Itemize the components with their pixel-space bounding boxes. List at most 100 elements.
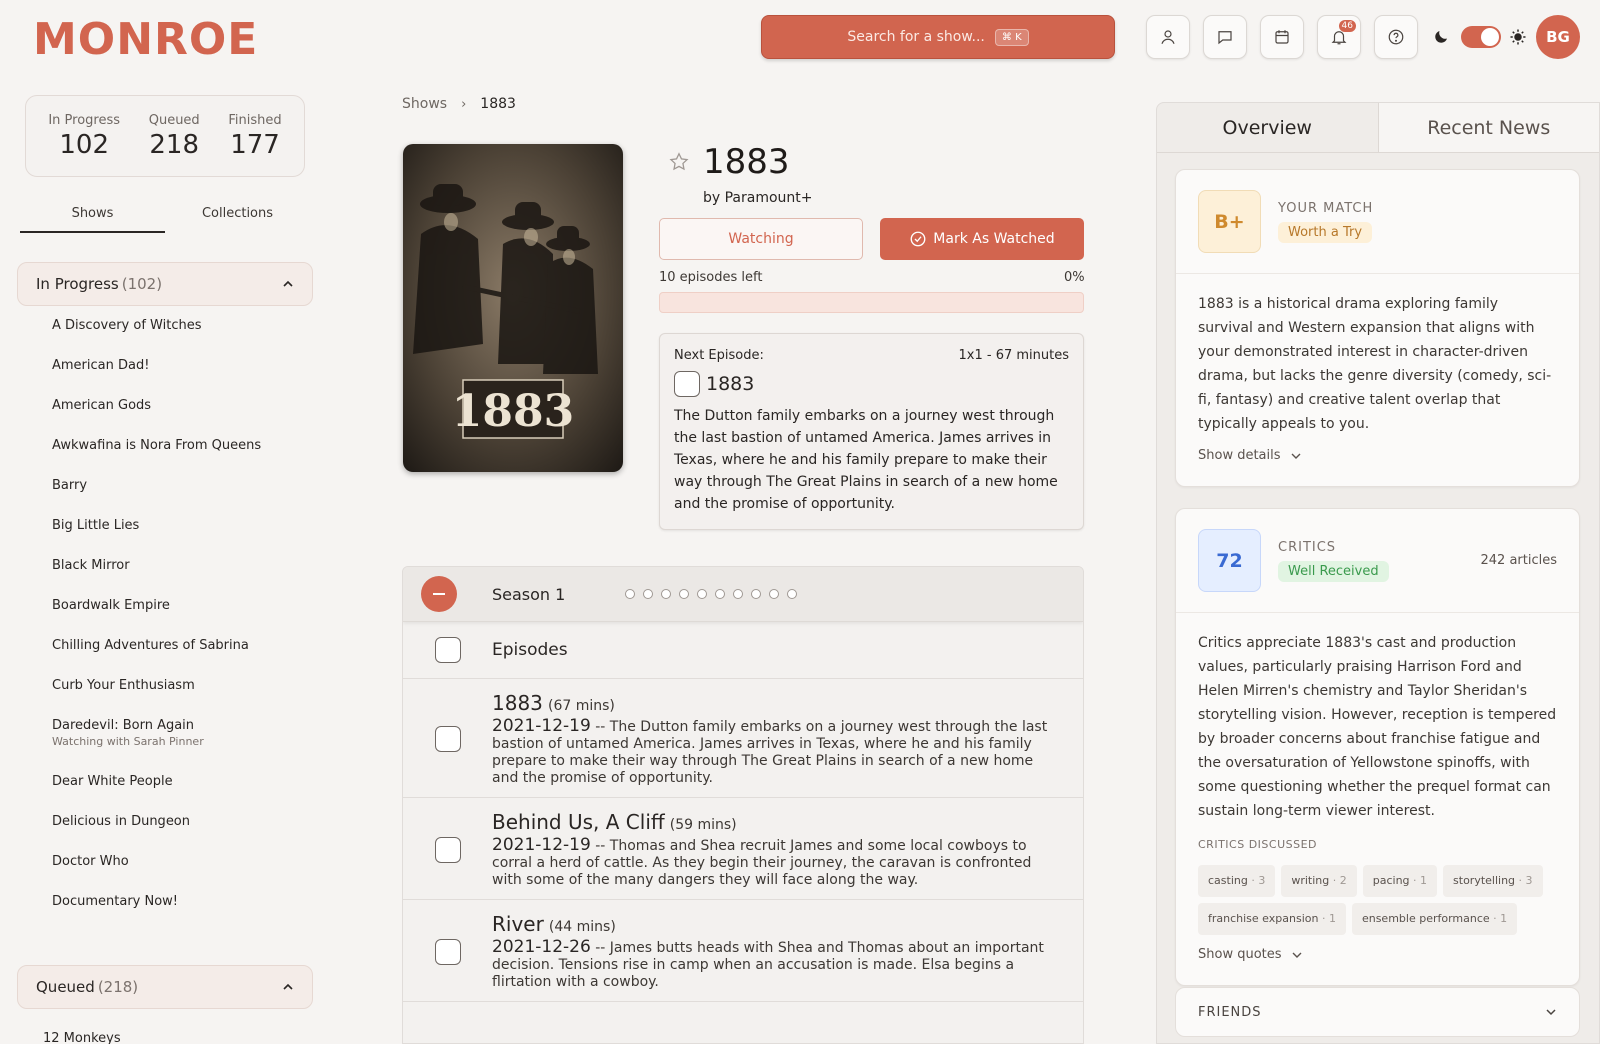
collapse-season-button[interactable] xyxy=(421,576,457,612)
next-episode-meta: 1x1 - 67 minutes xyxy=(958,348,1070,363)
episode-dot[interactable] xyxy=(661,589,672,599)
brand-logo[interactable]: MONROE xyxy=(33,14,258,65)
sidebar-show-item[interactable]: Boardwalk Empire xyxy=(52,585,312,625)
mark-as-watched-button[interactable]: Mark As Watched xyxy=(880,218,1084,260)
sidebar-show-item[interactable]: Emily in Paris xyxy=(52,921,312,933)
select-all-episodes-checkbox[interactable] xyxy=(435,637,461,663)
progress-percent: 0% xyxy=(1064,270,1085,285)
chevron-down-icon xyxy=(1546,1009,1556,1016)
sidebar-show-item[interactable]: Delicious in Dungeon xyxy=(52,801,312,841)
stat-finished[interactable]: Finished 177 xyxy=(228,113,281,160)
tag-name: ensemble performance xyxy=(1361,912,1490,925)
group-queued-header[interactable]: Queued (218) xyxy=(17,965,313,1009)
friends-section-toggle[interactable]: FRIENDS xyxy=(1175,987,1580,1037)
episode-dot[interactable] xyxy=(643,589,654,599)
critics-label: CRITICS xyxy=(1278,539,1337,555)
episode-airdate: 2021-12-19 xyxy=(492,716,591,736)
stat-label: In Progress xyxy=(48,112,121,128)
episode-dot[interactable] xyxy=(787,589,798,599)
stats-card: In Progress 102 Queued 218 Finished 177 xyxy=(25,95,305,177)
critics-card: 72 CRITICS Well Received 242 articles Cr… xyxy=(1175,508,1580,986)
calendar-button[interactable] xyxy=(1260,15,1304,59)
sidebar-show-item[interactable]: Black Mirror xyxy=(52,545,312,585)
group-in-progress-header[interactable]: In Progress (102) xyxy=(17,262,313,306)
critics-summary: Critics appreciate 1883's cast and produ… xyxy=(1198,635,1557,819)
show-details-toggle[interactable]: Show details xyxy=(1198,444,1557,468)
sidebar-show-item[interactable]: Daredevil: Born Again Watching with Sarah… xyxy=(52,705,312,761)
sidebar-tabs: Shows Collections xyxy=(20,200,310,233)
season-label: Season 1 xyxy=(492,584,566,604)
tab-collections[interactable]: Collections xyxy=(165,200,310,233)
sidebar-show-item[interactable]: Awkwafina is Nora From Queens xyxy=(52,425,312,465)
tab-shows[interactable]: Shows xyxy=(20,200,165,233)
episode-row: Behind Us, A Cliff (59 mins) 2021-12-19 -… xyxy=(403,798,1083,900)
watching-with-note: Watching with Sarah Pinner xyxy=(52,735,204,748)
sidebar-show-item[interactable]: Documentary Now! xyxy=(52,881,312,921)
breadcrumb-shows-link[interactable]: Shows xyxy=(402,96,447,112)
next-episode-card: Next Episode: 1x1 - 67 minutes 1883 The … xyxy=(659,333,1084,530)
episode-title: 1883 xyxy=(492,691,543,715)
search-button[interactable]: Search for a show... ⌘ K xyxy=(761,15,1115,59)
show-name: Doctor Who xyxy=(52,853,129,869)
show-network: by Paramount+ xyxy=(703,190,813,206)
episodes-header-row: Episodes xyxy=(403,622,1083,679)
episode-dot[interactable] xyxy=(697,589,708,599)
episode-checkbox[interactable] xyxy=(435,726,461,752)
next-episode-checkbox[interactable] xyxy=(674,371,700,397)
theme-toggle[interactable] xyxy=(1461,26,1501,48)
check-circle-icon xyxy=(910,231,926,247)
stat-in-progress[interactable]: In Progress 102 xyxy=(48,113,120,160)
critic-topic-tag: ensemble performance · 1 xyxy=(1351,903,1518,935)
sidebar-show-item[interactable]: Dear White People xyxy=(52,761,312,801)
tag-name: franchise expansion xyxy=(1208,912,1319,925)
sidebar-show-item[interactable]: American Dad! xyxy=(52,345,312,385)
show-poster: 1883 xyxy=(403,144,623,472)
sidebar-show-item[interactable]: American Gods xyxy=(52,385,312,425)
group-count: (218) xyxy=(97,978,139,996)
episode-dot[interactable] xyxy=(751,589,762,599)
show-name: American Gods xyxy=(52,397,152,413)
sidebar-show-item[interactable]: Barry xyxy=(52,465,312,505)
episode-checkbox[interactable] xyxy=(435,836,461,863)
episode-row: 1883 (67 mins) 2021-12-19 -- The Dutton f… xyxy=(403,679,1083,798)
show-name: Dear White People xyxy=(52,773,173,789)
episode-checkbox[interactable] xyxy=(435,938,461,965)
tag-count: · 3 xyxy=(1251,874,1266,887)
episode-dot[interactable] xyxy=(679,589,690,599)
messages-button[interactable] xyxy=(1203,15,1247,59)
star-icon[interactable] xyxy=(668,151,690,173)
stat-value: 102 xyxy=(59,129,109,160)
sidebar-item-queued[interactable]: 12 Monkeys xyxy=(43,1031,121,1044)
tab-overview[interactable]: Overview xyxy=(1157,103,1378,152)
poster-title: 1883 xyxy=(452,386,574,437)
episode-dot[interactable] xyxy=(625,589,636,599)
avatar[interactable]: BG xyxy=(1536,15,1580,59)
notification-count-badge: 46 xyxy=(1338,20,1356,32)
tag-count: · 1 xyxy=(1493,912,1508,925)
friends-label: FRIENDS xyxy=(1198,1004,1262,1020)
help-button[interactable] xyxy=(1374,15,1418,59)
sidebar-show-item[interactable]: Big Little Lies xyxy=(52,505,312,545)
show-name: Black Mirror xyxy=(52,557,130,573)
match-card: B+ YOUR MATCH Worth a Try 1883 is a hist… xyxy=(1175,169,1580,487)
search-shortcut: ⌘ K xyxy=(994,28,1029,46)
tag-count: · 3 xyxy=(1518,874,1533,887)
sidebar-show-item[interactable]: Curb Your Enthusiasm xyxy=(52,665,312,705)
sidebar-show-item[interactable]: Chilling Adventures of Sabrina xyxy=(52,625,312,665)
profile-button[interactable] xyxy=(1146,15,1190,59)
sidebar-show-item[interactable]: A Discovery of Witches xyxy=(52,305,312,345)
user-icon xyxy=(1161,30,1175,44)
search-placeholder: Search for a show... xyxy=(847,29,985,45)
stat-queued[interactable]: Queued 218 xyxy=(149,113,200,160)
show-name: Delicious in Dungeon xyxy=(52,813,191,829)
show-quotes-toggle[interactable]: Show quotes xyxy=(1198,943,1557,967)
episode-dot[interactable] xyxy=(769,589,780,599)
episode-dot[interactable] xyxy=(715,589,726,599)
tab-recent-news[interactable]: Recent News xyxy=(1377,103,1599,152)
notifications-button[interactable]: 46 xyxy=(1317,15,1361,59)
sidebar-show-item[interactable]: Doctor Who xyxy=(52,841,312,881)
show-name: Daredevil: Born Again xyxy=(52,718,195,733)
episode-dot[interactable] xyxy=(733,589,744,599)
watching-status-button[interactable]: Watching xyxy=(659,218,863,260)
stat-label: Finished xyxy=(228,112,282,128)
